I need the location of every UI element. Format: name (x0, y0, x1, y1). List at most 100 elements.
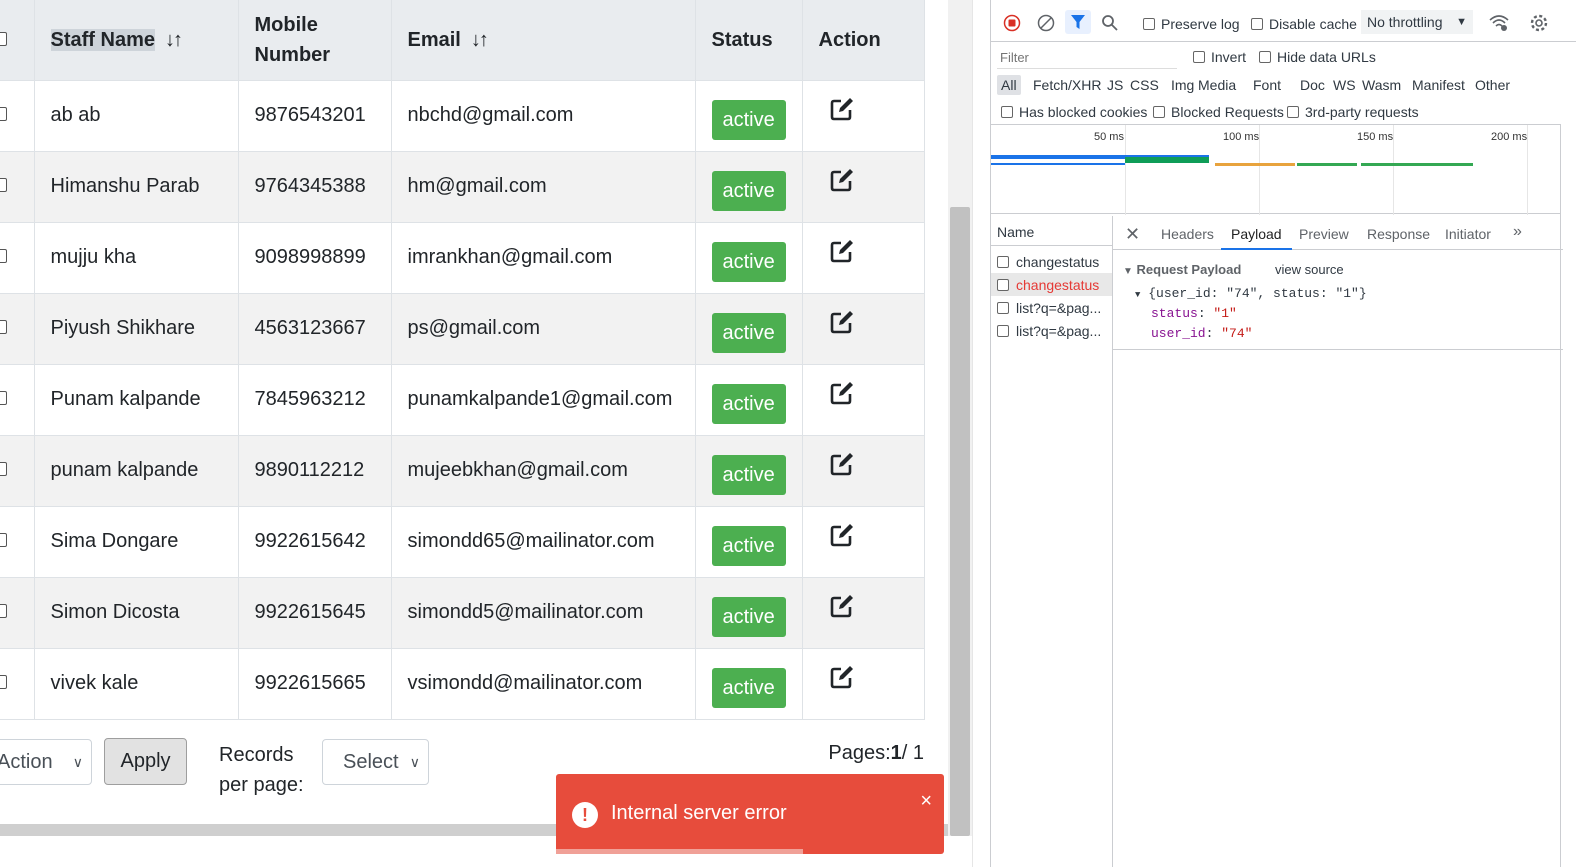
type-filter-font[interactable]: Font (1249, 75, 1285, 95)
close-icon[interactable]: ✕ (1125, 224, 1140, 245)
edit-icon[interactable] (829, 96, 855, 122)
search-button[interactable] (1101, 14, 1119, 32)
hide-data-urls-option[interactable]: Hide data URLs (1259, 49, 1376, 65)
status-badge[interactable]: active (711, 241, 786, 282)
records-per-page-select[interactable]: Select ∨ (322, 739, 429, 785)
type-filter-js[interactable]: JS (1103, 75, 1127, 95)
type-filter-doc[interactable]: Doc (1296, 75, 1329, 95)
request-checkbox[interactable] (997, 255, 1009, 268)
type-filter-manifest[interactable]: Manifest (1408, 75, 1469, 95)
hide-data-urls-checkbox[interactable] (1259, 51, 1271, 63)
cell-mobile: 9764345388 (238, 151, 392, 223)
vertical-scrollbar-thumb[interactable] (950, 207, 970, 836)
record-button[interactable] (1003, 14, 1021, 32)
row-checkbox[interactable] (0, 462, 7, 476)
header-email[interactable]: Email ↓↑ (391, 0, 696, 81)
network-timeline[interactable]: 50 ms 100 ms 150 ms 200 ms (991, 124, 1561, 215)
devtools-resizer[interactable] (972, 0, 990, 867)
request-checkbox[interactable] (997, 301, 1009, 314)
table-row: Simon Dicosta 9922615645 simondd5@mailinat… (0, 577, 925, 649)
third-party-checkbox[interactable] (1287, 106, 1299, 118)
row-checkbox[interactable] (0, 249, 7, 263)
type-filter-fetch-xhr[interactable]: Fetch/XHR (1029, 75, 1105, 95)
row-checkbox[interactable] (0, 107, 7, 121)
payload-object-summary[interactable]: ▼ {user_id: "74", status: "1"} (1135, 286, 1367, 301)
request-checkbox[interactable] (997, 324, 1009, 337)
view-source-link[interactable]: view source (1275, 262, 1344, 277)
network-conditions-button[interactable] (1489, 14, 1509, 32)
request-row[interactable]: changestatus (991, 250, 1112, 273)
throttling-select[interactable]: No throttling ▼ (1361, 10, 1473, 34)
status-badge[interactable]: active (711, 170, 786, 211)
request-payload-header[interactable]: ▼ Request Payload (1123, 262, 1241, 277)
bulk-action-select[interactable]: Action ∨ (0, 739, 92, 785)
row-checkbox[interactable] (0, 391, 7, 405)
sort-icon[interactable]: ↓↑ (471, 29, 489, 51)
sort-icon[interactable]: ↓↑ (165, 29, 183, 51)
row-checkbox[interactable] (0, 533, 7, 547)
request-row[interactable]: list?q=&pag... (991, 319, 1112, 342)
type-filter-wasm[interactable]: Wasm (1358, 75, 1405, 95)
header-staff-name[interactable]: Staff Name ↓↑ (34, 0, 239, 81)
type-filter-other[interactable]: Other (1471, 75, 1514, 95)
status-badge[interactable]: active (711, 667, 786, 708)
clear-button[interactable] (1037, 14, 1055, 32)
edit-icon[interactable] (829, 380, 855, 406)
tab-response[interactable]: Response (1367, 226, 1430, 242)
devtools-scrollbar[interactable] (1560, 124, 1576, 867)
cell-action (802, 151, 925, 223)
invert-checkbox[interactable] (1193, 51, 1205, 63)
apply-button[interactable]: Apply (104, 738, 187, 785)
close-icon[interactable]: × (920, 790, 932, 813)
edit-icon[interactable] (829, 451, 855, 477)
filter-toggle-button[interactable] (1065, 10, 1091, 34)
third-party-option[interactable]: 3rd-party requests (1287, 104, 1419, 120)
detail-tabs: ✕ Headers Payload Preview Response Initiator… (1113, 216, 1563, 250)
more-tabs-icon[interactable]: » (1513, 223, 1522, 241)
status-badge[interactable]: active (711, 312, 786, 353)
settings-button[interactable] (1529, 13, 1549, 33)
row-checkbox[interactable] (0, 178, 7, 192)
type-filter-all[interactable]: All (997, 75, 1021, 95)
blocked-requests-option[interactable]: Blocked Requests (1153, 104, 1284, 120)
timeline-bar (1125, 157, 1209, 163)
disable-cache-option[interactable]: Disable cache (1251, 16, 1357, 32)
edit-icon[interactable] (829, 522, 855, 548)
edit-icon[interactable] (829, 593, 855, 619)
type-filter-ws[interactable]: WS (1329, 75, 1360, 95)
tab-payload[interactable]: Payload (1221, 226, 1292, 250)
request-row[interactable]: list?q=&pag... (991, 296, 1112, 319)
blocked-requests-checkbox[interactable] (1153, 106, 1165, 118)
edit-icon[interactable] (829, 238, 855, 264)
row-select-cell (0, 435, 35, 507)
edit-icon[interactable] (829, 664, 855, 690)
type-filter-media[interactable]: Media (1194, 75, 1240, 95)
status-badge[interactable]: active (711, 525, 786, 566)
type-filter-css[interactable]: CSS (1126, 75, 1163, 95)
request-row[interactable]: changestatus (991, 273, 1112, 296)
status-badge[interactable]: active (711, 99, 786, 140)
name-column-header[interactable]: Name (991, 216, 1112, 246)
has-blocked-cookies-option[interactable]: Has blocked cookies (1001, 104, 1147, 120)
tab-headers[interactable]: Headers (1161, 226, 1214, 242)
preserve-log-checkbox[interactable] (1143, 18, 1155, 30)
timeline-tick: 100 ms (1223, 131, 1260, 143)
tab-preview[interactable]: Preview (1299, 226, 1349, 242)
row-checkbox[interactable] (0, 604, 7, 618)
request-checkbox[interactable] (997, 278, 1009, 291)
row-checkbox[interactable] (0, 320, 7, 334)
row-checkbox[interactable] (0, 675, 7, 689)
disable-cache-checkbox[interactable] (1251, 18, 1263, 30)
cell-email: vsimondd@mailinator.com (391, 648, 696, 720)
filter-input[interactable] (997, 47, 1177, 69)
status-badge[interactable]: active (711, 596, 786, 637)
edit-icon[interactable] (829, 167, 855, 193)
invert-option[interactable]: Invert (1193, 49, 1246, 65)
status-badge[interactable]: active (711, 383, 786, 424)
has-blocked-cookies-checkbox[interactable] (1001, 106, 1013, 118)
tab-initiator[interactable]: Initiator (1445, 226, 1491, 242)
select-all-checkbox[interactable] (0, 31, 7, 46)
edit-icon[interactable] (829, 309, 855, 335)
status-badge[interactable]: active (711, 454, 786, 495)
preserve-log-option[interactable]: Preserve log (1143, 16, 1240, 32)
